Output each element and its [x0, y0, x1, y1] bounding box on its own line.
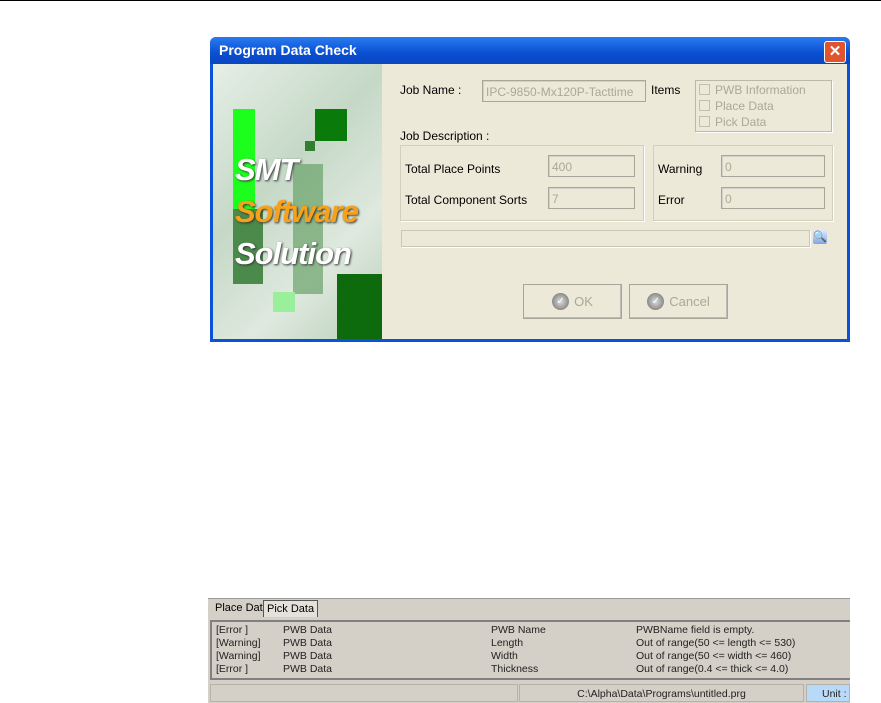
items-label: Items	[651, 83, 681, 97]
progress-bar	[401, 230, 810, 247]
close-button[interactable]: ✕	[824, 41, 846, 63]
category: PWB Data	[283, 637, 333, 649]
status-bar: C:\Alpha\Data\Programs\untitled.prg Unit…	[208, 682, 850, 703]
ok-label: OK	[574, 294, 593, 309]
logo-text-smt: SMT	[235, 152, 298, 187]
cancel-button[interactable]: ✓ Cancel	[629, 284, 728, 319]
cancel-label: Cancel	[669, 294, 710, 309]
field: Length	[491, 637, 524, 649]
message: Out of range(50 <= width <= 460)	[636, 650, 792, 662]
place-data-checkbox[interactable]: Place Data	[699, 99, 774, 113]
pick-data-checkbox[interactable]: Pick Data	[699, 115, 766, 129]
place-data-label: Place Data	[715, 99, 774, 113]
message-list[interactable]: [Error ] PWB Data PWB Name PWBName field is…	[210, 620, 850, 680]
level: [Warning]	[216, 650, 261, 662]
level: [Error ]	[216, 624, 249, 636]
total-component-sorts-label: Total Component Sorts	[405, 193, 528, 207]
title-bar[interactable]: Program Data Check ✕	[210, 37, 850, 64]
tab-pick-data[interactable]: Pick Data	[263, 600, 319, 617]
message-panel: Place Data Pick Data [Error ] PWB Data PWB…	[208, 596, 850, 703]
total-component-sorts-field[interactable]: 7	[548, 187, 635, 209]
pick-data-label: Pick Data	[715, 115, 767, 129]
logo-text-software: Software	[235, 194, 359, 229]
status-pane-empty	[210, 684, 518, 702]
dialog-title: Program Data Check	[219, 42, 357, 58]
category: PWB Data	[283, 663, 333, 675]
total-place-points-label: Total Place Points	[405, 162, 501, 176]
warning-label: Warning	[658, 162, 703, 176]
smt-logo-image: SMT Software Solution	[213, 64, 382, 339]
category: PWB Data	[283, 650, 333, 662]
level: [Error ]	[216, 663, 249, 675]
error-count-field[interactable]: 0	[721, 187, 825, 209]
message: PWBName field is empty.	[636, 624, 755, 636]
page-top-rule	[0, 0, 881, 1]
message: Out of range(50 <= length <= 530)	[636, 637, 796, 649]
warning-count-field[interactable]: 0	[721, 155, 825, 177]
totals-group: Total Place Points 400 Total Component S…	[400, 145, 644, 221]
status-file-path: C:\Alpha\Data\Programs\untitled.prg	[519, 684, 804, 702]
program-data-check-dialog: Program Data Check ✕ SMT Software Soluti…	[210, 37, 850, 342]
error-label: Error	[658, 193, 685, 207]
job-description-label: Job Description :	[400, 129, 490, 143]
field: PWB Name	[491, 624, 546, 636]
pwb-information-checkbox[interactable]: PWB Information	[699, 83, 806, 97]
category: PWB Data	[283, 624, 333, 636]
logo-text-solution: Solution	[235, 236, 352, 271]
check-icon: ✓	[552, 293, 570, 310]
dialog-client: SMT Software Solution Job Name : IPC-985…	[213, 64, 847, 339]
magnifier-icon[interactable]: 🔍	[813, 230, 827, 244]
job-name-label: Job Name :	[400, 83, 462, 97]
pwb-information-label: PWB Information	[715, 83, 806, 97]
job-name-field[interactable]: IPC-9850-Mx120P-Tacttime	[482, 80, 646, 102]
message: Out of range(0.4 <= thick <= 4.0)	[636, 663, 789, 675]
status-unit: Unit :	[806, 684, 850, 702]
items-group: PWB Information Place Data Pick Data	[695, 80, 832, 132]
field: Width	[491, 650, 518, 662]
results-group: Warning 0 Error 0	[653, 145, 833, 221]
check-icon: ✓	[647, 293, 665, 310]
level: [Warning]	[216, 637, 261, 649]
panel-top-border	[208, 596, 850, 599]
total-place-points-field[interactable]: 400	[548, 155, 635, 177]
ok-button[interactable]: ✓ OK	[523, 284, 622, 319]
field: Thickness	[491, 663, 539, 675]
